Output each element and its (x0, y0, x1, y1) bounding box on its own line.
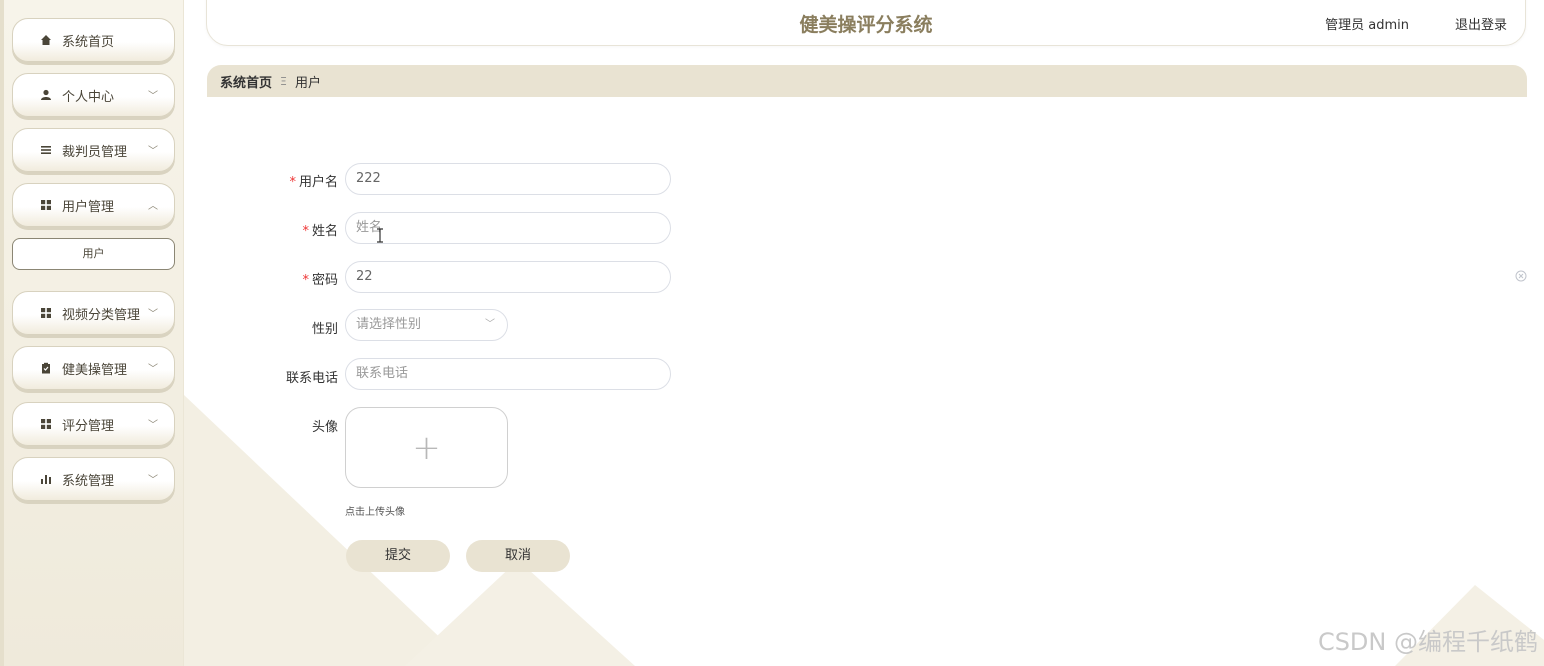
sidebar-item-home[interactable]: 系统首页 (12, 18, 175, 62)
gender-label: 性别 (311, 322, 338, 337)
sidebar-item-label: 个人中心 (62, 89, 115, 105)
username-input[interactable]: 222 (345, 163, 671, 195)
sidebar-item-label: 用户管理 (62, 199, 115, 215)
sidebar-item-label: 系统首页 (62, 34, 115, 50)
phone-input[interactable]: 联系电话 (345, 358, 671, 390)
cancel-button[interactable]: 取消 (466, 540, 570, 572)
sidebar-item-label: 裁判员管理 (62, 144, 128, 160)
sidebar-item-personal-center[interactable]: 个人中心 ﹀ (12, 73, 175, 117)
required-mark: * (302, 273, 309, 288)
avatar-label: 头像 (311, 420, 338, 435)
username-label: * 用户名 (289, 175, 338, 190)
grid-icon (39, 198, 53, 212)
chevron-down-icon: ﹀ (148, 475, 158, 486)
logout-link[interactable]: 退出登录 (1455, 14, 1507, 33)
name-label: * 姓名 (302, 224, 338, 239)
person-icon (39, 88, 53, 102)
breadcrumb: 系统首页 Ξ 用户 (207, 65, 1527, 97)
avatar-uploader[interactable]: + (345, 407, 508, 488)
chevron-down-icon: ﹀ (148, 91, 158, 102)
bar-chart-icon (39, 472, 53, 486)
avatar-hint: 点击上传头像 (345, 507, 405, 518)
plus-icon: + (412, 427, 441, 468)
home-icon (39, 33, 53, 47)
user-info: 管理员 admin (1325, 18, 1409, 33)
chevron-up-icon: ︿ (148, 201, 158, 212)
clear-circle-icon[interactable] (1515, 270, 1527, 282)
gender-select-placeholder: 请选择性别 (356, 317, 422, 332)
breadcrumb-separator-icon: Ξ (280, 74, 287, 88)
required-mark: * (289, 175, 296, 190)
name-input[interactable]: 姓名 (345, 212, 671, 244)
sidebar-item-referee-management[interactable]: 裁判员管理 ﹀ (12, 128, 175, 172)
text-cursor-icon (377, 228, 383, 243)
sidebar-subitem-user[interactable]: 用户 (12, 238, 175, 270)
sidebar-item-label: 系统管理 (62, 473, 115, 489)
breadcrumb-current: 用户 (294, 75, 321, 91)
top-header: 健美操评分系统 管理员 admin 退出登录 (206, 0, 1526, 46)
password-label: * 密码 (302, 273, 338, 288)
watermark: CSDN @编程千纸鹤 (1317, 628, 1538, 656)
chevron-down-icon: ﹀ (485, 319, 495, 330)
list-icon (39, 143, 53, 157)
gender-select[interactable]: 请选择性别 ﹀ (345, 309, 508, 341)
submit-button[interactable]: 提交 (346, 540, 450, 572)
required-mark: * (302, 224, 309, 239)
breadcrumb-home[interactable]: 系统首页 (220, 72, 272, 91)
sidebar-item-system-management[interactable]: 系统管理 ﹀ (12, 457, 175, 501)
chevron-down-icon: ﹀ (148, 146, 158, 157)
password-input[interactable]: 22 (345, 261, 671, 293)
phone-label: 联系电话 (285, 371, 338, 386)
